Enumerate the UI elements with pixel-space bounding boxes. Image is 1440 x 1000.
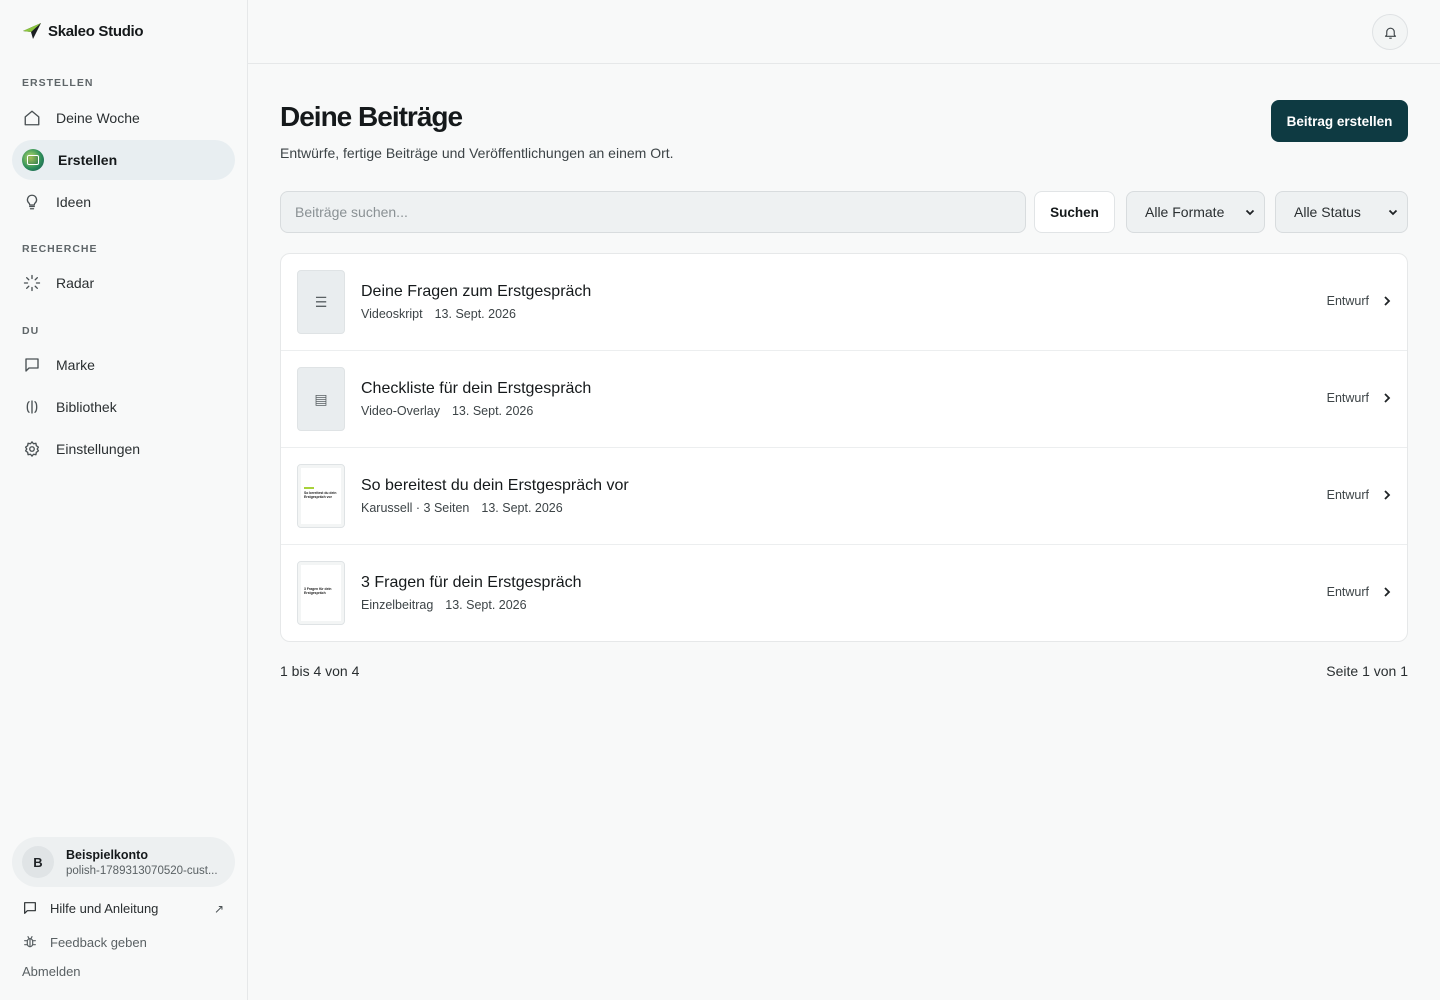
chevron-right-icon <box>1384 296 1391 306</box>
gear-icon <box>22 439 42 459</box>
feedback-label: Feedback geben <box>50 934 147 950</box>
search-input[interactable] <box>280 191 1026 233</box>
sidebar-item-label: Erstellen <box>58 152 118 168</box>
sidebar: Skaleo Studio ERSTELLEN Deine Woche Erst… <box>0 0 248 1000</box>
post-meta: Video-Overlay 13. Sept. 2026 <box>361 404 533 418</box>
post-meta: Karussell · 3 Seiten 13. Sept. 2026 <box>361 501 563 515</box>
create-icon <box>22 149 44 171</box>
sidebar-item-label: Radar <box>56 275 95 291</box>
sidebar-item-erstellen[interactable]: Erstellen <box>12 140 235 180</box>
search-button[interactable]: Suchen <box>1034 191 1115 233</box>
post-title: Deine Fragen zum Erstgespräch <box>361 283 592 300</box>
posts-list: ☰ Deine Fragen zum Erstgespräch Videoskr… <box>280 253 1408 642</box>
bug-icon <box>24 936 36 948</box>
sidebar-item-bibliothek[interactable]: Bibliothek <box>12 387 235 427</box>
post-date: 13. Sept. 2026 <box>434 307 516 321</box>
text-lines-icon: ☰ <box>314 293 328 310</box>
sidebar-item-label: Deine Woche <box>56 110 140 126</box>
single-post-thumbnail: 3 Fragen für dein Erstgespräch <box>297 561 345 625</box>
home-icon <box>22 108 42 128</box>
status-badge: Entwurf <box>1326 294 1369 308</box>
status-filter-value: Alle Status <box>1294 204 1361 220</box>
chevron-down-icon <box>1245 209 1255 216</box>
format-filter-select[interactable]: Alle Formate <box>1126 191 1265 233</box>
list-item[interactable]: 3 Fragen für dein Erstgespräch 3 Fragen … <box>281 545 1407 641</box>
external-link-icon: ↗ <box>214 902 225 916</box>
message-square-icon <box>22 355 42 375</box>
chevron-right-icon <box>1384 393 1391 403</box>
radar-icon <box>22 273 42 293</box>
chevron-right-icon <box>1384 490 1391 500</box>
section-label-erstellen: ERSTELLEN <box>22 77 94 89</box>
list-item[interactable]: ☰ Deine Fragen zum Erstgespräch Videoskr… <box>281 254 1407 351</box>
post-title: So bereitest du dein Erstgespräch vor <box>361 477 629 494</box>
list-item[interactable]: ▤ Checkliste für dein Erstgespräch Video… <box>281 351 1407 448</box>
overlay-thumbnail: ▤ <box>297 367 345 431</box>
logout-label: Abmelden <box>22 964 81 979</box>
avatar: B <box>22 846 54 878</box>
post-type: Video-Overlay <box>361 404 440 418</box>
brand[interactable]: Skaleo Studio <box>22 22 144 40</box>
script-thumbnail: ☰ <box>297 270 345 334</box>
sidebar-item-label: Bibliothek <box>56 399 117 415</box>
post-date: 13. Sept. 2026 <box>445 598 527 612</box>
status-filter-select[interactable]: Alle Status <box>1275 191 1408 233</box>
sidebar-item-radar[interactable]: Radar <box>12 263 235 303</box>
post-title: 3 Fragen für dein Erstgespräch <box>361 574 582 591</box>
chevron-right-icon <box>1384 587 1391 597</box>
post-meta: Einzelbeitrag 13. Sept. 2026 <box>361 598 527 612</box>
library-icon <box>22 397 42 417</box>
page-title: Deine Beiträge <box>280 101 463 132</box>
sidebar-item-marke[interactable]: Marke <box>12 345 235 385</box>
post-date: 13. Sept. 2026 <box>481 501 563 515</box>
sidebar-item-label: Einstellungen <box>56 441 141 457</box>
post-type: Karussell · 3 Seiten <box>361 501 470 515</box>
logout-link[interactable]: Abmelden <box>22 964 81 979</box>
pagination-range: 1 bis 4 von 4 <box>280 663 360 679</box>
status-badge: Entwurf <box>1326 488 1369 502</box>
post-meta: Videoskript 13. Sept. 2026 <box>361 307 516 321</box>
section-label-du: DU <box>22 325 40 337</box>
sidebar-item-deine-woche[interactable]: Deine Woche <box>12 98 235 138</box>
brand-name: Skaleo Studio <box>48 22 144 40</box>
chevron-down-icon <box>1388 209 1398 216</box>
post-type: Einzelbeitrag <box>361 598 434 612</box>
thumbnail-text: 3 Fragen für dein Erstgespräch <box>304 587 332 595</box>
account-card[interactable]: B Beispielkonto polish-1789313070520-cus… <box>12 837 235 887</box>
account-name: Beispielkonto <box>66 847 148 862</box>
post-type: Videoskript <box>361 307 423 321</box>
lightbulb-icon <box>22 192 42 212</box>
section-label-recherche: RECHERCHE <box>22 243 98 255</box>
sidebar-item-label: Marke <box>56 357 95 373</box>
feedback-link[interactable]: Feedback geben <box>22 934 147 950</box>
status-badge: Entwurf <box>1326 391 1369 405</box>
pagination-page: Seite 1 von 1 <box>1326 663 1408 679</box>
list-item[interactable]: So bereitest du dein Erstgespräch vor So… <box>281 448 1407 545</box>
help-label: Hilfe und Anleitung <box>50 900 159 916</box>
sidebar-item-label: Ideen <box>56 194 92 210</box>
bell-icon <box>1384 27 1396 39</box>
topbar <box>248 0 1440 64</box>
overlay-icon: ▤ <box>314 390 328 407</box>
post-date: 13. Sept. 2026 <box>451 404 534 418</box>
status-badge: Entwurf <box>1326 585 1369 599</box>
sidebar-item-ideen[interactable]: Ideen <box>12 182 235 222</box>
post-title: Checkliste für dein Erstgespräch <box>361 380 592 397</box>
page-subtitle: Entwürfe, fertige Beiträge und Veröffent… <box>280 145 674 161</box>
create-post-button[interactable]: Beitrag erstellen <box>1271 100 1408 142</box>
format-filter-value: Alle Formate <box>1145 204 1225 220</box>
account-id: polish-1789313070520-cust... <box>66 864 218 877</box>
brand-logo-icon <box>23 23 41 39</box>
thumbnail-text: So bereitest du dein Erstgespräch vor <box>304 491 337 499</box>
sidebar-item-einstellungen[interactable]: Einstellungen <box>12 429 235 469</box>
notifications-button[interactable] <box>1372 14 1408 50</box>
help-link[interactable]: Hilfe und Anleitung <box>22 900 158 916</box>
carousel-thumbnail: So bereitest du dein Erstgespräch vor <box>297 464 345 528</box>
message-square-icon <box>24 902 36 914</box>
